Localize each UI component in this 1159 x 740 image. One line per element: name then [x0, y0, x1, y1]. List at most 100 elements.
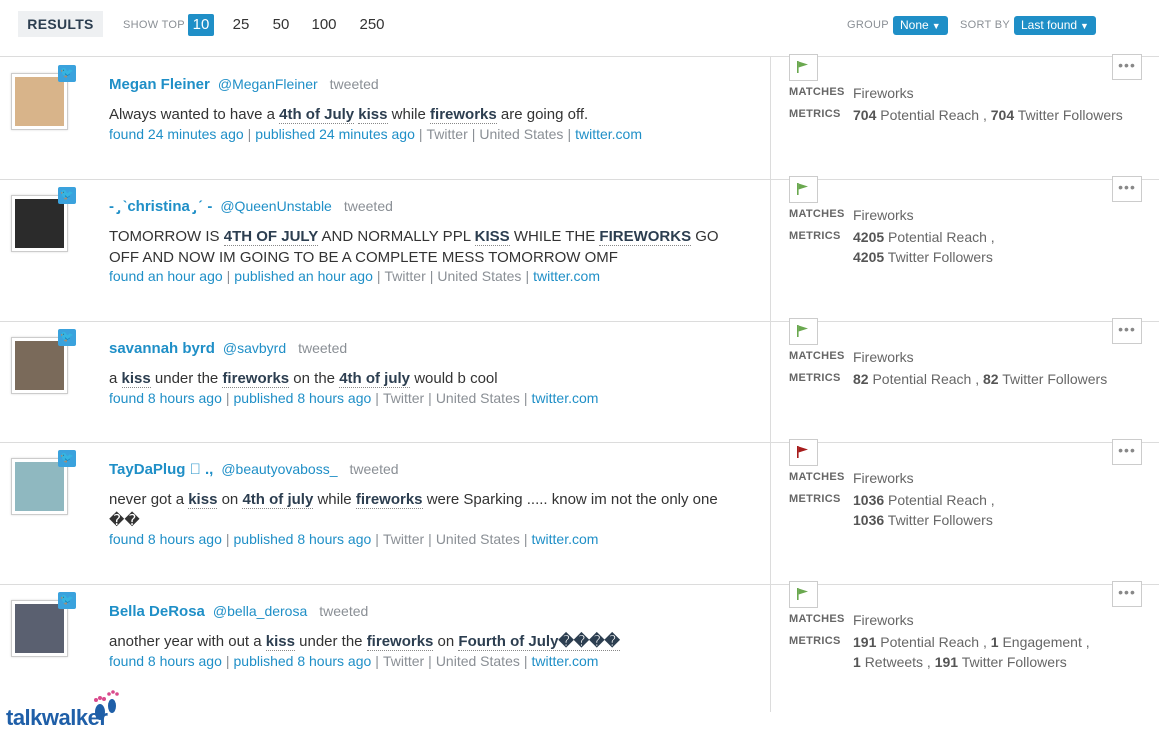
author-line: savannah byrd @savbyrd tweeted: [109, 340, 347, 357]
domain-link[interactable]: twitter.com: [532, 390, 599, 406]
metric-value: 1036: [853, 512, 885, 528]
metrics-line-2: 4205 Twitter Followers: [853, 247, 993, 267]
more-options-button[interactable]: •••: [1112, 439, 1142, 465]
published-time-link[interactable]: published 24 minutes ago: [255, 126, 415, 142]
published-time-link[interactable]: published 8 hours ago: [234, 531, 372, 547]
found-time-link[interactable]: found 8 hours ago: [109, 653, 222, 669]
metric-label: Potential Reach ,: [880, 634, 987, 650]
avatar-image: [15, 341, 64, 390]
show-top-option-25[interactable]: 25: [228, 14, 254, 36]
flag-button[interactable]: [789, 176, 818, 203]
result-meta: found 8 hours ago | published 8 hours ago |…: [109, 531, 599, 547]
avatar-image: [15, 604, 64, 653]
show-top-option-100[interactable]: 100: [308, 14, 340, 36]
flag-button[interactable]: [789, 318, 818, 345]
group-dropdown-value: None: [900, 18, 929, 32]
result-meta: found an hour ago | published an hour ago |…: [109, 268, 600, 284]
flag-button[interactable]: [789, 54, 818, 81]
keyword-highlight: kiss: [358, 106, 388, 124]
matches-label: MATCHES: [789, 471, 845, 483]
metric-value: 704: [853, 107, 877, 123]
more-dots-icon: •••: [1118, 584, 1136, 600]
domain-link[interactable]: twitter.com: [533, 268, 600, 284]
metric-value: 82: [853, 371, 869, 387]
source-type: Twitter: [426, 126, 468, 142]
footprint-logo-icon: [94, 690, 119, 720]
avatar-image: [15, 77, 64, 126]
show-top-option-50[interactable]: 50: [268, 14, 294, 36]
metric-label: Potential Reach ,: [888, 492, 995, 508]
author-handle[interactable]: @savbyrd: [223, 340, 286, 356]
action-verb: tweeted: [343, 198, 393, 214]
domain-link[interactable]: twitter.com: [532, 531, 599, 547]
more-options-button[interactable]: •••: [1112, 318, 1142, 344]
metric-label: Potential Reach ,: [888, 229, 995, 245]
keyword-highlight: kiss: [121, 370, 151, 388]
domain-link[interactable]: twitter.com: [532, 653, 599, 669]
chevron-down-icon: ▼: [1080, 21, 1089, 31]
country: United States: [435, 390, 520, 406]
avatar-image: [15, 462, 64, 511]
twitter-bird-icon: 🐦: [58, 187, 76, 204]
matches-label: MATCHES: [789, 86, 845, 98]
tweet-text-segment: under the: [294, 633, 367, 650]
author-name[interactable]: ‐ ̡ ˋchristina ̡ ˊ ‐: [109, 198, 212, 215]
author-handle[interactable]: @MeganFleiner: [218, 76, 318, 92]
flag-button[interactable]: [789, 439, 818, 466]
group-dropdown[interactable]: None ▼: [893, 16, 948, 35]
metrics-line-1: 191 Potential Reach , 1 Engagement ,: [853, 632, 1090, 652]
domain-link[interactable]: twitter.com: [575, 126, 642, 142]
metric-label: Potential Reach ,: [872, 371, 980, 387]
source-type: Twitter: [382, 653, 425, 669]
tweet-text: Always wanted to have a 4th of July kiss…: [109, 104, 739, 125]
matches-value: Fireworks: [853, 207, 914, 223]
metric-label: Retweets ,: [864, 654, 931, 670]
metric-value: 1: [990, 634, 999, 650]
metric-label: Twitter Followers: [887, 512, 993, 528]
flag-icon: [797, 325, 808, 337]
author-name[interactable]: Bella DeRosa: [109, 603, 205, 620]
avatar-image: [15, 199, 64, 248]
author-name[interactable]: savannah byrd: [109, 340, 215, 357]
metric-label: Potential Reach ,: [880, 107, 987, 123]
more-dots-icon: •••: [1118, 179, 1136, 195]
column-divider: [770, 57, 771, 712]
metrics-label: METRICS: [789, 230, 841, 242]
show-top-option-10[interactable]: 10: [188, 14, 214, 36]
found-time-link[interactable]: found 8 hours ago: [109, 390, 222, 406]
twitter-bird-icon: 🐦: [58, 65, 76, 82]
keyword-highlight: kiss: [265, 633, 295, 651]
published-time-link[interactable]: published 8 hours ago: [234, 653, 372, 669]
tweet-text-segment: on: [433, 633, 459, 650]
show-top-option-250[interactable]: 250: [355, 14, 389, 36]
flag-icon: [797, 588, 808, 600]
found-time-link[interactable]: found an hour ago: [109, 268, 223, 284]
metrics-line-1: 4205 Potential Reach ,: [853, 227, 995, 247]
author-handle[interactable]: @beautyovaboss_: [221, 461, 337, 477]
more-options-button[interactable]: •••: [1112, 176, 1142, 202]
found-time-link[interactable]: found 8 hours ago: [109, 531, 222, 547]
author-name[interactable]: Megan Fleiner: [109, 76, 210, 93]
author-handle[interactable]: @bella_derosa: [213, 603, 307, 619]
results-tab[interactable]: RESULTS: [18, 11, 103, 37]
author-name[interactable]: TayDaPlug ⃞ .,: [109, 461, 213, 478]
result-meta: found 8 hours ago | published 8 hours ago |…: [109, 390, 599, 406]
more-dots-icon: •••: [1118, 321, 1136, 337]
more-options-button[interactable]: •••: [1112, 581, 1142, 607]
found-time-link[interactable]: found 24 minutes ago: [109, 126, 244, 142]
more-options-button[interactable]: •••: [1112, 54, 1142, 80]
published-time-link[interactable]: published 8 hours ago: [234, 390, 372, 406]
flag-button[interactable]: [789, 581, 818, 608]
keyword-highlight: fireworks: [355, 491, 423, 509]
author-handle[interactable]: @QueenUnstable: [220, 198, 332, 214]
matches-value: Fireworks: [853, 612, 914, 628]
tweet-text-segment: a: [109, 370, 122, 387]
sort-by-dropdown[interactable]: Last found ▼: [1014, 16, 1096, 35]
metrics-line-1: 1036 Potential Reach ,: [853, 490, 995, 510]
matches-label: MATCHES: [789, 613, 845, 625]
action-verb: tweeted: [319, 603, 369, 619]
published-time-link[interactable]: published an hour ago: [234, 268, 373, 284]
sort-by-dropdown-value: Last found: [1021, 18, 1078, 32]
tweet-text-segment: Always wanted to have a: [109, 106, 280, 123]
metric-value: 191: [934, 654, 959, 670]
